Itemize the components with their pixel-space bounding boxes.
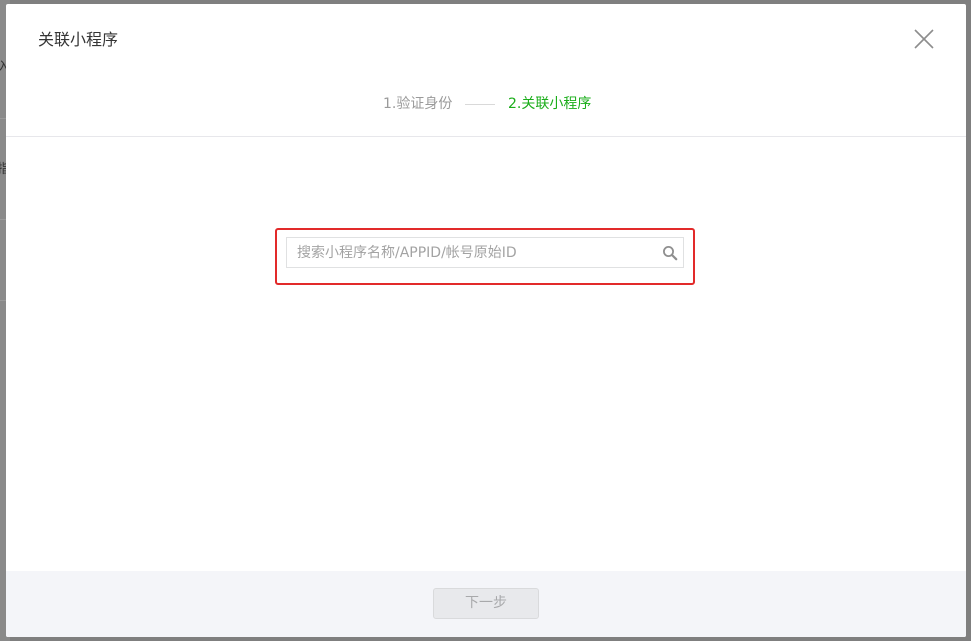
- step-verify-identity: 1.验证身份: [383, 96, 453, 112]
- dialog-title: 关联小程序: [38, 30, 119, 49]
- close-button[interactable]: [912, 27, 936, 51]
- search-icon[interactable]: [662, 245, 678, 261]
- close-icon: [914, 29, 934, 49]
- step-link-mini-program: 2.关联小程序: [508, 96, 592, 112]
- next-step-button[interactable]: 下一步: [433, 588, 539, 619]
- dialog-footer: 下一步: [6, 571, 966, 637]
- step-indicator: 1.验证身份 2.关联小程序: [6, 92, 966, 116]
- search-box: [286, 237, 684, 268]
- link-mini-program-dialog: 关联小程序 1.验证身份 2.关联小程序 下一步: [6, 4, 966, 637]
- step-connector: [465, 104, 495, 105]
- header-divider: [6, 136, 966, 137]
- search-input[interactable]: [287, 238, 657, 267]
- dialog-header: 关联小程序: [6, 4, 966, 74]
